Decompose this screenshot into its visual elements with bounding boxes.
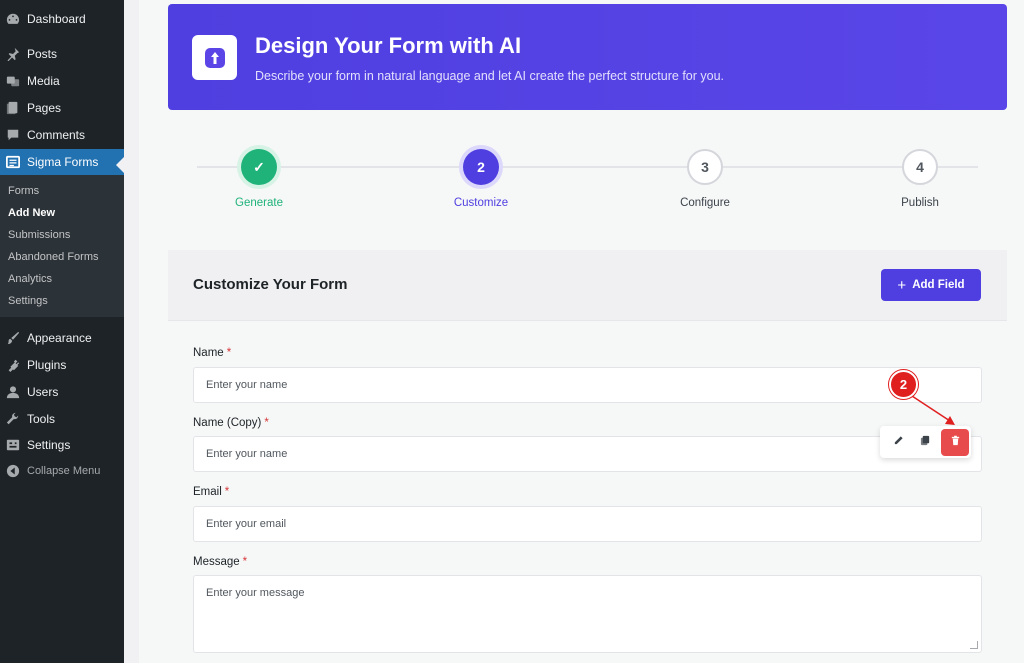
- menu-item-posts[interactable]: Posts: [0, 41, 124, 67]
- menu-label-tools: Tools: [27, 412, 56, 426]
- user-icon: [6, 385, 20, 399]
- required-marker: *: [264, 417, 269, 429]
- required-marker: *: [226, 347, 232, 359]
- email-input[interactable]: Enter your email: [193, 506, 982, 542]
- pencil-icon: [893, 433, 904, 451]
- submenu-settings[interactable]: Settings: [8, 295, 48, 307]
- menu-label-sigma-forms: Sigma Forms: [27, 155, 99, 169]
- menu-item-settings[interactable]: Settings: [0, 432, 124, 458]
- step-generate-circle[interactable]: ✓: [241, 149, 277, 185]
- step-number: 2: [477, 159, 485, 175]
- submenu-add-new[interactable]: Add New: [8, 207, 55, 219]
- active-menu-indicator: [116, 157, 124, 173]
- menu-label-dashboard: Dashboard: [27, 12, 86, 26]
- step-configure-circle[interactable]: 3: [687, 149, 723, 185]
- collapse-icon: [6, 464, 20, 478]
- dashboard-icon: [6, 12, 20, 26]
- edit-field-button[interactable]: [885, 429, 912, 456]
- field-actions-toolbar: [880, 426, 971, 458]
- sigma-forms-submenu: Forms Add New Submissions Abandoned Form…: [0, 175, 124, 317]
- menu-item-comments[interactable]: Comments: [0, 122, 124, 148]
- step-number: 4: [916, 159, 924, 175]
- name-copy-input[interactable]: Enter your name: [193, 436, 982, 472]
- pages-icon: [6, 101, 20, 115]
- menu-item-pages[interactable]: Pages: [0, 95, 124, 121]
- submenu-forms[interactable]: Forms: [8, 185, 39, 197]
- field-label-message: Message *: [193, 556, 248, 568]
- field-label-name: Name *: [193, 347, 232, 359]
- submenu-abandoned-forms[interactable]: Abandoned Forms: [8, 251, 99, 263]
- add-field-button[interactable]: + Add Field: [881, 269, 981, 301]
- menu-item-plugins[interactable]: Plugins: [0, 352, 124, 378]
- name-input[interactable]: Enter your name: [193, 367, 982, 403]
- plus-icon: +: [897, 276, 907, 294]
- card-title: Customize Your Form: [193, 276, 348, 293]
- app-logo: [192, 35, 237, 80]
- step-publish-circle[interactable]: 4: [902, 149, 938, 185]
- trash-icon: [950, 433, 961, 451]
- annotation-badge: 2: [889, 370, 918, 399]
- forms-icon: [6, 155, 20, 169]
- duplicate-field-button[interactable]: [912, 429, 939, 456]
- brush-icon: [6, 331, 20, 345]
- stepper-track: [277, 166, 463, 168]
- menu-label-posts: Posts: [27, 47, 58, 61]
- menu-label-collapse: Collapse Menu: [27, 465, 101, 477]
- step-customize-circle[interactable]: 2: [463, 149, 499, 185]
- media-icon: [6, 74, 20, 88]
- input-placeholder: Enter your name: [206, 379, 288, 391]
- pin-icon: [6, 47, 20, 61]
- stepper-track: [499, 166, 689, 168]
- field-label-email: Email *: [193, 486, 230, 498]
- settings-icon: [6, 438, 20, 452]
- resize-handle[interactable]: [970, 641, 978, 649]
- menu-label-appearance: Appearance: [27, 331, 92, 345]
- submenu-submissions[interactable]: Submissions: [8, 229, 70, 241]
- required-marker: *: [242, 556, 248, 568]
- comment-icon: [6, 128, 20, 142]
- step-configure-label: Configure: [680, 197, 730, 209]
- step-publish-label: Publish: [901, 197, 939, 209]
- step-customize-label: Customize: [453, 197, 509, 209]
- plugin-icon: [6, 358, 20, 372]
- menu-label-comments: Comments: [27, 128, 86, 142]
- message-textarea[interactable]: Enter your message: [193, 575, 982, 653]
- input-placeholder: Enter your name: [206, 448, 288, 460]
- menu-item-dashboard[interactable]: Dashboard: [0, 6, 124, 32]
- add-field-label: Add Field: [912, 279, 965, 291]
- hero-subtitle: Describe your form in natural language a…: [255, 69, 725, 83]
- menu-item-tools[interactable]: Tools: [0, 406, 124, 432]
- checkmark-icon: ✓: [253, 158, 265, 175]
- input-placeholder: Enter your message: [206, 587, 305, 599]
- admin-sidebar: Dashboard Posts Media Pages Comments Sig…: [0, 0, 124, 663]
- wrench-icon: [6, 412, 20, 426]
- menu-label-settings: Settings: [27, 438, 71, 452]
- menu-label-media: Media: [27, 74, 60, 88]
- copy-icon: [920, 433, 931, 451]
- stepper-track: [938, 166, 978, 168]
- card-header: Customize Your Form + Add Field: [168, 250, 1007, 321]
- delete-field-button[interactable]: [941, 428, 969, 456]
- field-label-name-copy: Name (Copy) *: [193, 417, 269, 429]
- menu-item-users[interactable]: Users: [0, 379, 124, 405]
- submenu-analytics[interactable]: Analytics: [8, 273, 52, 285]
- step-generate-label: Generate: [235, 197, 283, 209]
- menu-item-appearance[interactable]: Appearance: [0, 325, 124, 351]
- menu-item-sigma-forms[interactable]: Sigma Forms: [0, 149, 124, 175]
- menu-item-media[interactable]: Media: [0, 68, 124, 94]
- upload-arrow-icon: [204, 47, 225, 68]
- stepper-track: [723, 166, 904, 168]
- step-number: 3: [701, 159, 709, 175]
- required-marker: *: [224, 486, 230, 498]
- menu-label-users: Users: [27, 385, 59, 399]
- menu-label-pages: Pages: [27, 101, 62, 115]
- menu-label-plugins: Plugins: [27, 358, 67, 372]
- stepper-track: [197, 166, 241, 168]
- collapse-menu-button[interactable]: Collapse Menu: [0, 458, 124, 484]
- ai-hero-banner: Design Your Form with AI Describe your f…: [168, 4, 1007, 110]
- input-placeholder: Enter your email: [206, 518, 287, 530]
- hero-title: Design Your Form with AI: [255, 33, 522, 58]
